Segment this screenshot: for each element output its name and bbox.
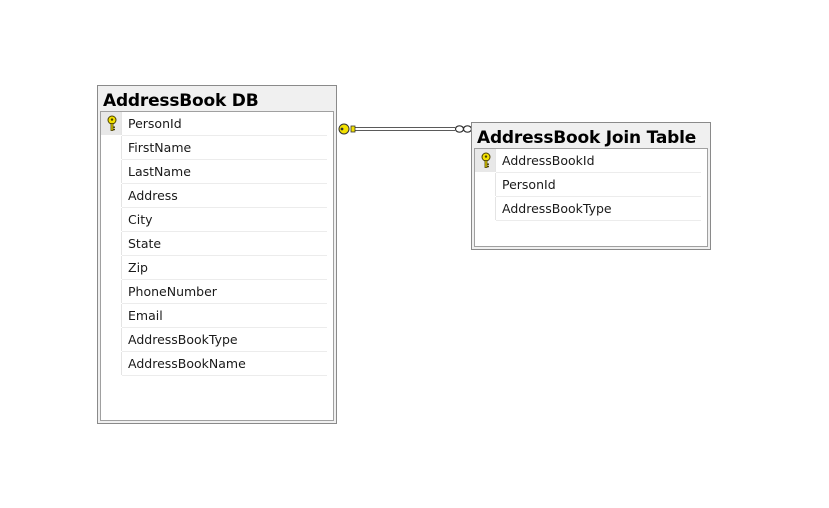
row-selector[interactable] bbox=[101, 304, 122, 327]
row-selector[interactable] bbox=[101, 208, 122, 231]
column-row[interactable]: AddressBookId bbox=[475, 149, 707, 173]
row-divider bbox=[496, 220, 701, 221]
column-name: PersonId bbox=[502, 177, 556, 192]
column-row[interactable]: PersonId bbox=[475, 173, 707, 197]
column-row[interactable]: State bbox=[101, 232, 333, 256]
column-list: AddressBookId PersonId AddressBookType bbox=[474, 148, 708, 247]
row-selector[interactable] bbox=[101, 184, 122, 207]
column-name: Address bbox=[128, 188, 178, 203]
column-row[interactable]: AddressBookType bbox=[101, 328, 333, 352]
column-name: Email bbox=[128, 308, 163, 323]
column-name: State bbox=[128, 236, 162, 251]
column-row[interactable]: AddressBookType bbox=[475, 197, 707, 221]
column-row[interactable]: LastName bbox=[101, 160, 333, 184]
row-selector[interactable] bbox=[101, 136, 122, 159]
row-selector[interactable] bbox=[101, 112, 122, 135]
column-name: LastName bbox=[128, 164, 191, 179]
one-end-key-icon bbox=[338, 123, 356, 135]
row-divider bbox=[122, 375, 327, 376]
row-selector[interactable] bbox=[101, 328, 122, 351]
row-selector[interactable] bbox=[475, 149, 496, 172]
many-end-infinity-icon bbox=[454, 125, 473, 133]
row-selector[interactable] bbox=[475, 197, 496, 220]
column-row[interactable]: PhoneNumber bbox=[101, 280, 333, 304]
column-name: AddressBookType bbox=[502, 201, 612, 216]
column-row[interactable]: Email bbox=[101, 304, 333, 328]
column-row[interactable]: FirstName bbox=[101, 136, 333, 160]
table-title[interactable]: AddressBook DB bbox=[103, 91, 259, 111]
column-row[interactable]: PersonId bbox=[101, 112, 333, 136]
table-title[interactable]: AddressBook Join Table bbox=[477, 128, 696, 148]
column-name: AddressBookType bbox=[128, 332, 238, 347]
row-selector[interactable] bbox=[101, 280, 122, 303]
row-selector[interactable] bbox=[101, 352, 122, 375]
table-addressbook-join-table[interactable]: AddressBook Join Table AddressBookId Pers… bbox=[471, 122, 711, 250]
row-selector[interactable] bbox=[475, 173, 496, 196]
column-list: PersonId FirstName LastName Address City Stat… bbox=[100, 111, 334, 421]
column-name: Zip bbox=[128, 260, 148, 275]
column-row[interactable]: Zip bbox=[101, 256, 333, 280]
column-name: FirstName bbox=[128, 140, 192, 155]
table-addressbook-db[interactable]: AddressBook DB PersonId FirstName LastName… bbox=[97, 85, 337, 424]
column-row[interactable]: AddressBookName bbox=[101, 352, 333, 376]
row-selector[interactable] bbox=[101, 160, 122, 183]
column-name: City bbox=[128, 212, 153, 227]
column-name: PhoneNumber bbox=[128, 284, 217, 299]
primary-key-icon bbox=[479, 152, 493, 169]
column-name: PersonId bbox=[128, 116, 182, 131]
row-selector[interactable] bbox=[101, 232, 122, 255]
column-name: AddressBookId bbox=[502, 153, 595, 168]
relationship-line[interactable] bbox=[352, 127, 455, 131]
column-row[interactable]: City bbox=[101, 208, 333, 232]
column-name: AddressBookName bbox=[128, 356, 246, 371]
row-selector[interactable] bbox=[101, 256, 122, 279]
column-row[interactable]: Address bbox=[101, 184, 333, 208]
primary-key-icon bbox=[105, 115, 119, 132]
